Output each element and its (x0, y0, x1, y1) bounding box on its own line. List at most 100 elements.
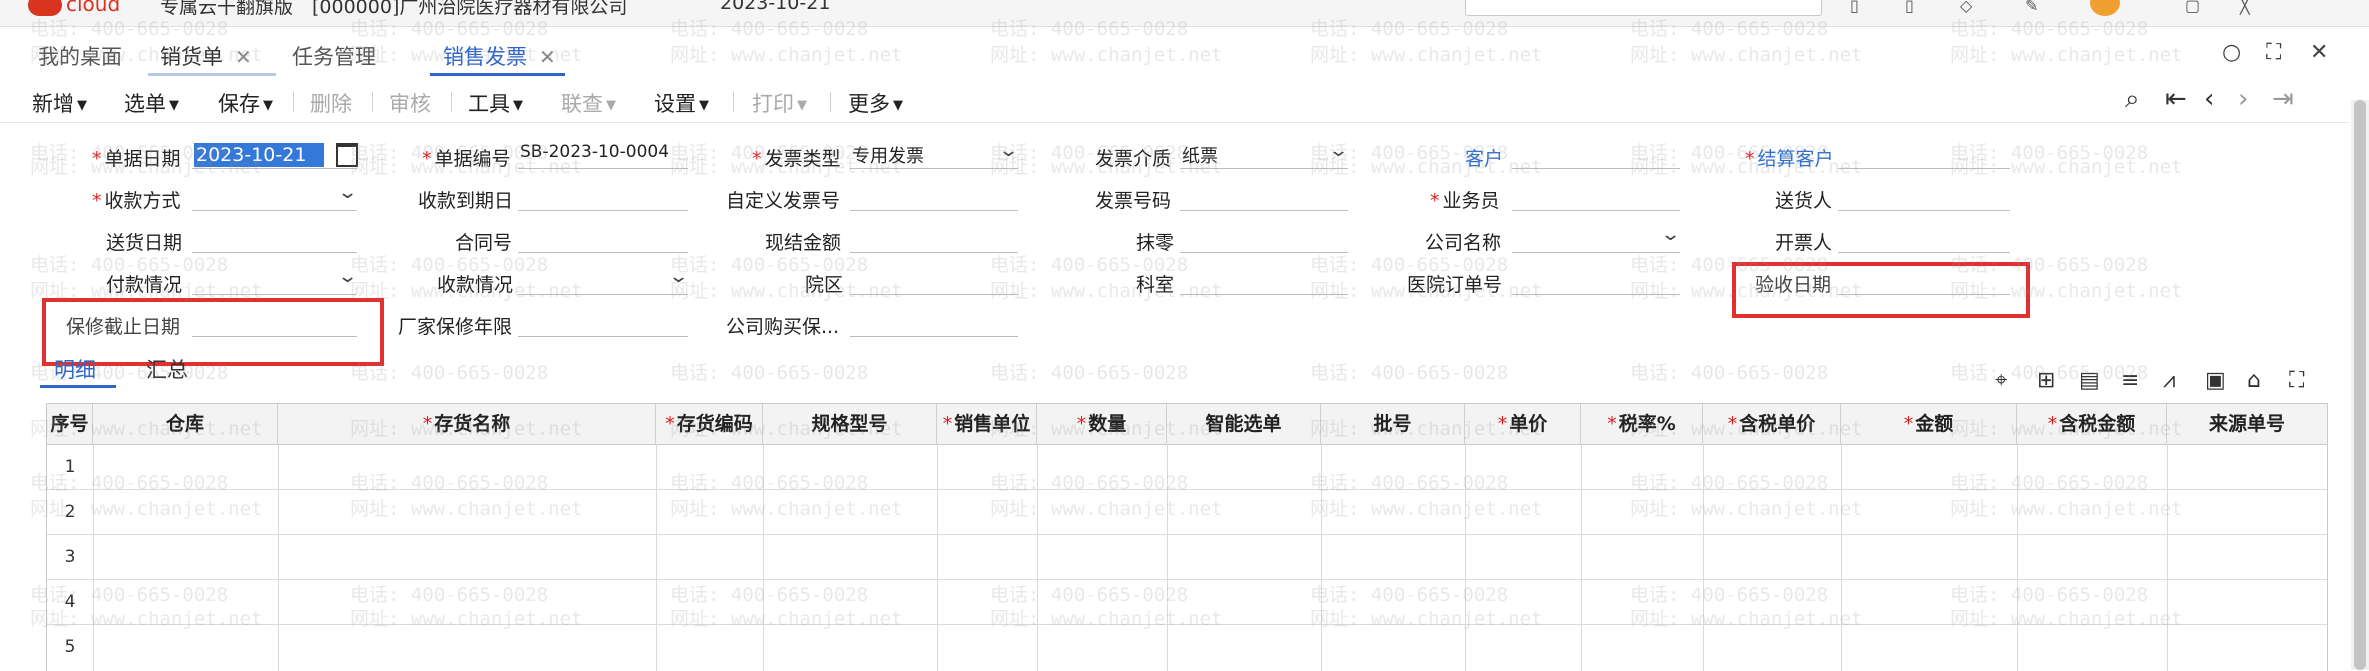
invoice-no-field[interactable] (1180, 184, 1348, 211)
cash-amount-field[interactable] (850, 226, 1018, 253)
chart-icon[interactable]: ⩘ (2163, 368, 2175, 393)
invoicer-field[interactable] (1838, 226, 2010, 253)
next-record-icon[interactable]: › (2238, 84, 2248, 114)
tab-sales-delivery[interactable]: 销货单 ✕ (160, 38, 252, 76)
factory-warranty-field[interactable] (518, 310, 688, 337)
rounding-field[interactable] (1180, 226, 1348, 253)
barcode-icon[interactable]: ▤ (2079, 368, 2100, 393)
table-row[interactable]: 4 (47, 580, 2327, 625)
payment-status-select[interactable]: ⌄ (192, 266, 358, 295)
fullscreen-icon[interactable]: ⛶ (2266, 40, 2281, 65)
delivery-date-field[interactable] (192, 226, 357, 253)
column-header[interactable]: * 含税单价 (1703, 404, 1841, 444)
company-purchase-field[interactable] (850, 310, 1018, 337)
department-label: 科室 (1136, 274, 1175, 296)
window-icon[interactable]: ▢ (2185, 0, 2207, 15)
tools-button[interactable]: 工具 ▼ (468, 88, 523, 118)
column-header[interactable]: * 金额 (1841, 404, 2017, 444)
column-header[interactable]: 来源单号 (2167, 404, 2327, 444)
audit-button[interactable]: 审核 (389, 88, 431, 118)
pay-method-select[interactable]: ⌄ (192, 182, 358, 211)
location-pin-icon[interactable]: ⌖ (1995, 368, 2007, 393)
collection-status-select[interactable]: ⌄ (518, 266, 689, 295)
settings-button[interactable]: 设置 ▼ (654, 88, 709, 118)
column-header[interactable]: * 税率% (1581, 404, 1703, 444)
custom-invoice-no-field[interactable] (850, 184, 1018, 211)
invoice-no-label: 发票号码 (1095, 190, 1172, 212)
column-header[interactable]: * 存货编码 (656, 404, 763, 444)
invoice-medium-label: 发票介质 (1095, 148, 1172, 170)
close-app-icon[interactable]: ╳ (2240, 0, 2262, 15)
user-avatar[interactable] (2090, 0, 2120, 16)
more-button[interactable]: 更多 ▼ (848, 88, 903, 118)
tab-task-management[interactable]: 任务管理 (292, 38, 376, 76)
global-search-input[interactable] (1465, 0, 1822, 16)
last-record-icon[interactable]: ⇥ (2272, 84, 2294, 114)
column-header[interactable]: * 存货名称 (278, 404, 656, 444)
salesman-field[interactable] (1512, 184, 1680, 211)
company-name-select[interactable]: ⌄ (1512, 224, 1681, 253)
print-button[interactable]: 打印 ▼ (752, 88, 807, 118)
calendar-icon[interactable] (336, 143, 358, 167)
column-header[interactable]: 仓库 (93, 404, 278, 444)
column-header[interactable]: * 含税金额 (2017, 404, 2167, 444)
settle-customer-field[interactable] (1838, 142, 2010, 169)
company-title[interactable]: 专属云干翻旗版 [000000]广州治院医疗器材有限公司 (160, 0, 627, 19)
first-record-icon[interactable]: ⇤ (2165, 84, 2187, 114)
close-tab-icon[interactable]: ✕ (539, 45, 556, 69)
table-row[interactable]: 3 (47, 535, 2327, 580)
customer-field[interactable] (1512, 142, 1680, 169)
contract-no-label: 合同号 (455, 232, 513, 254)
vertical-scrollbar[interactable] (2351, 100, 2369, 670)
column-header[interactable]: * 单价 (1465, 404, 1581, 444)
search-bill-icon[interactable]: ⌕ (2125, 84, 2140, 115)
cash-amount-label: 现结金额 (765, 232, 842, 254)
table-row[interactable]: 5 (47, 625, 2327, 669)
add-row-icon[interactable]: ⊞ (2037, 368, 2055, 393)
invoice-type-select[interactable]: 专用发票 ⌄ (850, 140, 1019, 169)
expand-icon[interactable]: ⛶ (2289, 368, 2304, 393)
document-icon[interactable]: ▯ (1905, 0, 1927, 15)
tab-summary[interactable]: 汇总 (146, 354, 188, 384)
contract-no-field[interactable] (518, 226, 688, 253)
close-tab-icon[interactable]: ✕ (235, 45, 252, 69)
select-bill-button[interactable]: 选单 ▼ (124, 88, 179, 118)
new-button[interactable]: 新增 ▼ (32, 88, 87, 118)
column-header[interactable]: * 销售单位 (937, 404, 1037, 444)
app-logo-icon (28, 0, 62, 16)
hospital-area-field[interactable] (850, 268, 1018, 295)
image-icon[interactable]: ▣ (2205, 368, 2226, 393)
department-field[interactable] (1180, 268, 1348, 295)
column-header[interactable]: 序号 (47, 404, 93, 444)
column-header[interactable]: 智能选单 (1167, 404, 1321, 444)
tools-icon[interactable]: ✎ (2025, 0, 2047, 15)
message-icon[interactable]: ▯ (1850, 0, 1872, 15)
table-row[interactable]: 2 (47, 490, 2327, 535)
warehouse-icon[interactable]: ⌂ (2247, 368, 2261, 393)
linked-query-button[interactable]: 联查 ▼ (561, 88, 616, 118)
save-button[interactable]: 保存 ▼ (218, 88, 273, 118)
customer-link[interactable]: 客户 (1465, 144, 1503, 171)
settle-customer-link[interactable]: * 结算客户 (1745, 144, 1834, 171)
delete-button[interactable]: 删除 (310, 88, 352, 118)
column-header[interactable]: * 数量 (1037, 404, 1167, 444)
edit-list-icon[interactable]: ≡ (2121, 368, 2139, 393)
column-header[interactable]: 规格型号 (763, 404, 937, 444)
deliverer-field[interactable] (1838, 184, 2010, 211)
location-icon[interactable]: ◇ (1960, 0, 1982, 15)
bill-no-field[interactable]: SB-2023-10-0004 (518, 142, 688, 169)
column-header[interactable]: 批号 (1321, 404, 1465, 444)
hospital-order-no-field[interactable] (1512, 268, 1680, 295)
table-row[interactable]: 1 (47, 445, 2327, 490)
previous-record-icon[interactable]: ‹ (2204, 84, 2214, 114)
invoice-medium-select[interactable]: 纸票 ⌄ (1180, 140, 1349, 169)
scrollbar-thumb[interactable] (2354, 100, 2366, 670)
tab-detail[interactable]: 明细 (54, 354, 96, 384)
tab-sales-invoice[interactable]: 销售发票 ✕ (443, 38, 556, 76)
search-icon[interactable]: ○ (2222, 40, 2241, 65)
tab-desktop[interactable]: 我的桌面 (38, 38, 122, 76)
close-window-icon[interactable]: ✕ (2310, 40, 2328, 65)
watermark-phone: 电话: 400-665-0028 (670, 362, 869, 384)
bill-date-value[interactable]: 2023-10-21 (194, 143, 324, 167)
due-date-field[interactable] (518, 184, 688, 211)
